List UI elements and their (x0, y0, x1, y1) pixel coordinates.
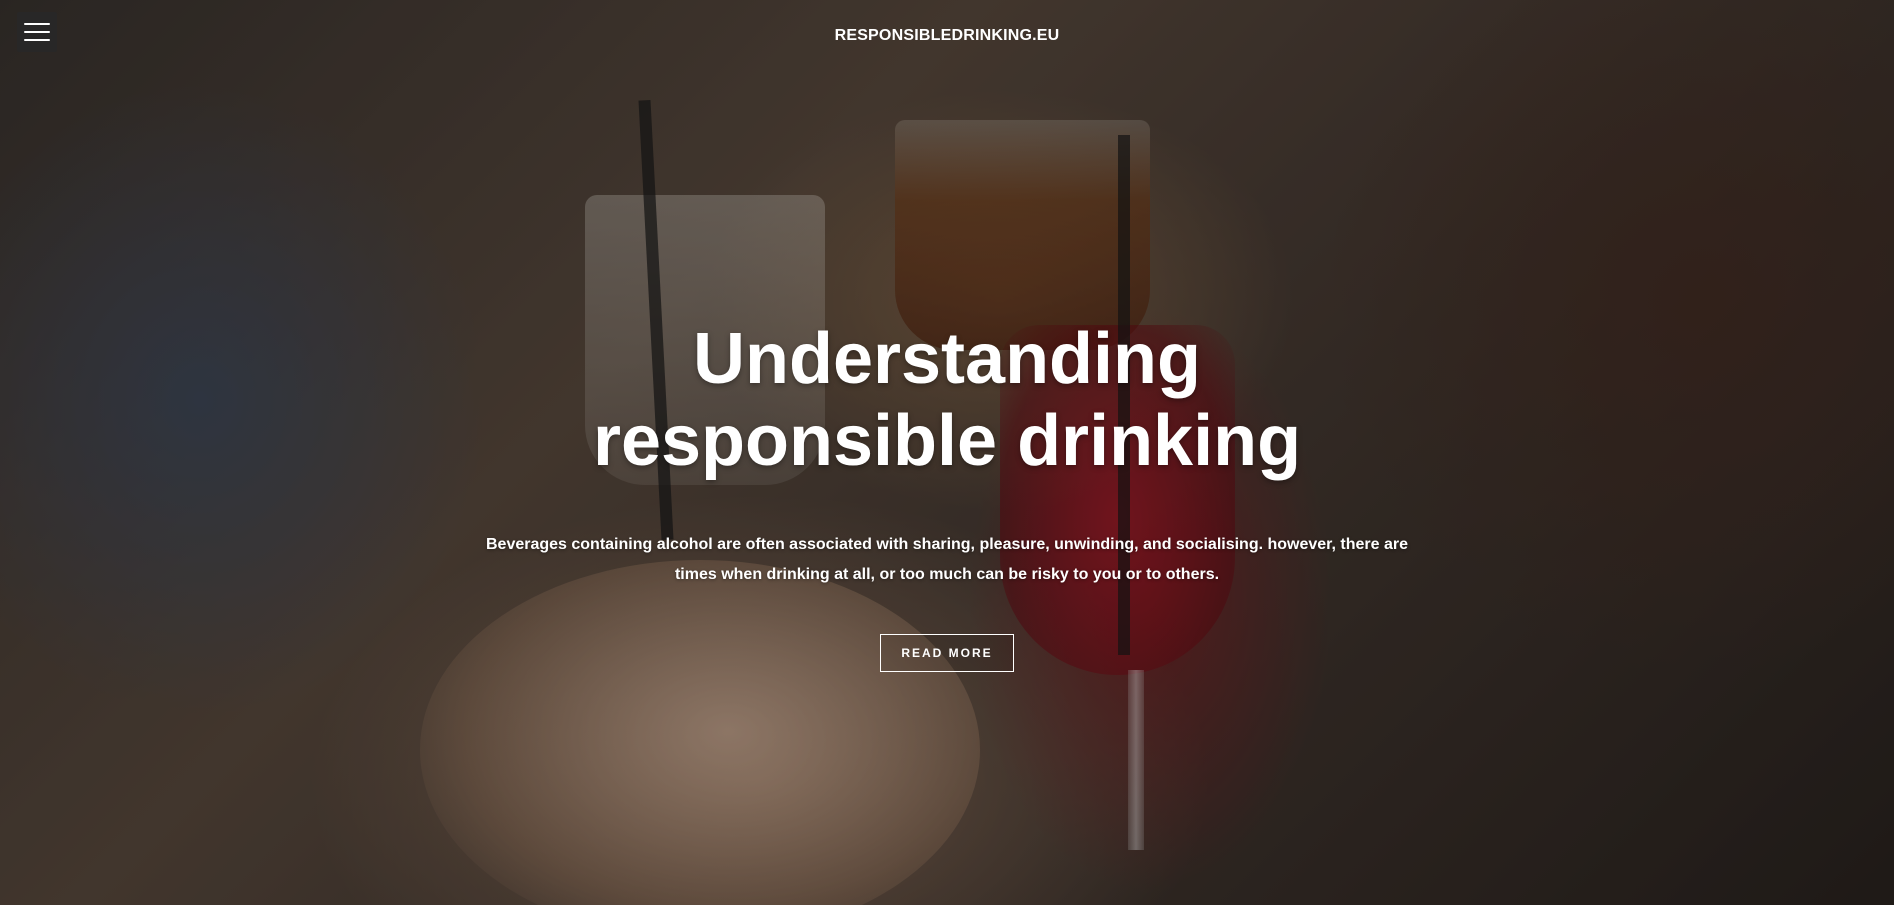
hero-content: Understanding responsible drinking Bever… (0, 318, 1894, 672)
read-more-button[interactable]: READ MORE (880, 634, 1014, 672)
hero-subtext: Beverages containing alcohol are often a… (485, 536, 1409, 583)
hero-section: RESPONSIBLEDRINKING.EU Understanding res… (0, 0, 1894, 905)
site-title-link[interactable]: RESPONSIBLEDRINKING.EU (0, 27, 1894, 45)
hero-headline: Understanding responsible drinking (592, 319, 1302, 481)
